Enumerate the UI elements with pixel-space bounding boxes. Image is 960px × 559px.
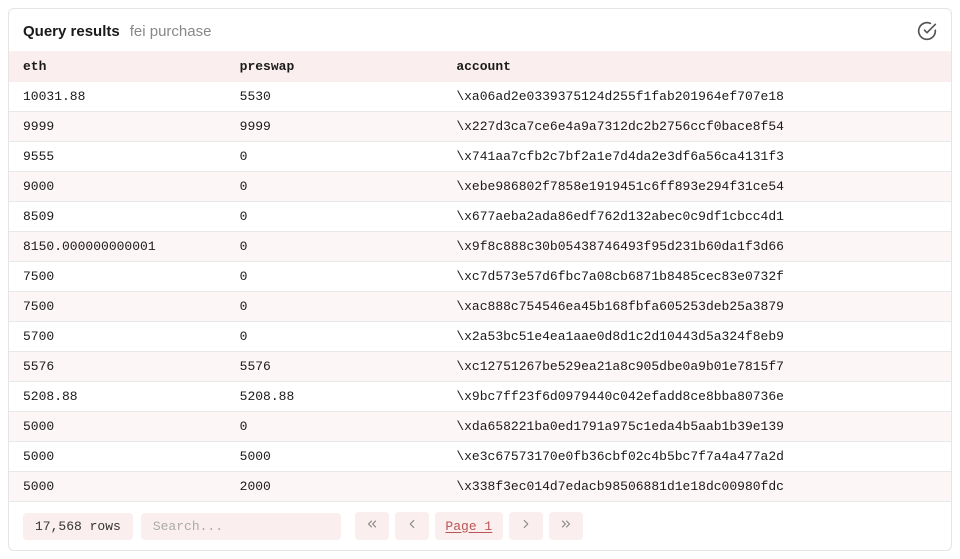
table-row[interactable]: 50005000\xe3c67573170e0fb36cbf02c4b5bc7f… xyxy=(9,442,951,472)
cell-preswap: 0 xyxy=(226,292,443,322)
pager: Page 1 xyxy=(355,512,583,540)
table-row[interactable]: 75000\xac888c754546ea45b168fbfa605253deb… xyxy=(9,292,951,322)
cell-preswap: 0 xyxy=(226,142,443,172)
pager-prev-button[interactable] xyxy=(395,512,429,540)
column-header-preswap[interactable]: preswap xyxy=(226,51,443,82)
header-title: Query results xyxy=(23,23,120,40)
cell-eth: 5576 xyxy=(9,352,226,382)
cell-account: \xc7d573e57d6fbc7a08cb6871b8485cec83e073… xyxy=(442,262,951,292)
table-row[interactable]: 50002000\x338f3ec014d7edacb98506881d1e18… xyxy=(9,472,951,502)
pager-page-label[interactable]: Page 1 xyxy=(435,512,503,540)
header-subtitle: fei purchase xyxy=(130,23,212,40)
cell-preswap: 0 xyxy=(226,232,443,262)
cell-eth: 10031.88 xyxy=(9,82,226,112)
row-count-badge: 17,568 rows xyxy=(23,513,133,540)
pager-next-button[interactable] xyxy=(509,512,543,540)
cell-eth: 5700 xyxy=(9,322,226,352)
table-row[interactable]: 99999999\x227d3ca7ce6e4a9a7312dc2b2756cc… xyxy=(9,112,951,142)
table-row[interactable]: 57000\x2a53bc51e4ea1aae0d8d1c2d10443d5a3… xyxy=(9,322,951,352)
cell-preswap: 0 xyxy=(226,322,443,352)
cell-eth: 9555 xyxy=(9,142,226,172)
table-row[interactable]: 8150.0000000000010\x9f8c888c30b054387464… xyxy=(9,232,951,262)
header-left: Query results fei purchase xyxy=(23,23,211,40)
chevron-right-icon xyxy=(519,517,533,535)
cell-eth: 7500 xyxy=(9,292,226,322)
cell-preswap: 0 xyxy=(226,202,443,232)
cell-eth: 5000 xyxy=(9,412,226,442)
cell-eth: 5208.88 xyxy=(9,382,226,412)
cell-eth: 5000 xyxy=(9,442,226,472)
cell-eth: 5000 xyxy=(9,472,226,502)
cell-preswap: 5208.88 xyxy=(226,382,443,412)
cell-eth: 7500 xyxy=(9,262,226,292)
cell-preswap: 2000 xyxy=(226,472,443,502)
panel-footer: 17,568 rows Page 1 xyxy=(9,502,951,550)
cell-preswap: 0 xyxy=(226,262,443,292)
table-row[interactable]: 10031.885530\xa06ad2e0339375124d255f1fab… xyxy=(9,82,951,112)
table-header-row: eth preswap account xyxy=(9,51,951,82)
cell-account: \xe3c67573170e0fb36cbf02c4b5bc7f7a4a477a… xyxy=(442,442,951,472)
cell-eth: 8150.000000000001 xyxy=(9,232,226,262)
cell-account: \x2a53bc51e4ea1aae0d8d1c2d10443d5a324f8e… xyxy=(442,322,951,352)
table-row[interactable]: 95550\x741aa7cfb2c7bf2a1e7d4da2e3df6a56c… xyxy=(9,142,951,172)
chevrons-right-icon xyxy=(559,517,573,535)
cell-account: \x338f3ec014d7edacb98506881d1e18dc00980f… xyxy=(442,472,951,502)
table-row[interactable]: 55765576\xc12751267be529ea21a8c905dbe0a9… xyxy=(9,352,951,382)
cell-account: \xebe986802f7858e1919451c6ff893e294f31ce… xyxy=(442,172,951,202)
cell-account: \xda658221ba0ed1791a975c1eda4b5aab1b39e1… xyxy=(442,412,951,442)
check-circle-icon[interactable] xyxy=(917,21,937,41)
pager-first-button[interactable] xyxy=(355,512,389,540)
table-row[interactable]: 85090\x677aeba2ada86edf762d132abec0c9df1… xyxy=(9,202,951,232)
query-results-panel: Query results fei purchase eth preswap a… xyxy=(8,8,952,551)
cell-account: \x9f8c888c30b05438746493f95d231b60da1f3d… xyxy=(442,232,951,262)
table-row[interactable]: 5208.885208.88\x9bc7ff23f6d0979440c042ef… xyxy=(9,382,951,412)
cell-account: \x741aa7cfb2c7bf2a1e7d4da2e3df6a56ca4131… xyxy=(442,142,951,172)
chevrons-left-icon xyxy=(365,517,379,535)
column-header-eth[interactable]: eth xyxy=(9,51,226,82)
cell-preswap: 0 xyxy=(226,412,443,442)
table-row[interactable]: 50000\xda658221ba0ed1791a975c1eda4b5aab1… xyxy=(9,412,951,442)
column-header-account[interactable]: account xyxy=(442,51,951,82)
cell-preswap: 9999 xyxy=(226,112,443,142)
search-input[interactable] xyxy=(141,513,341,540)
cell-preswap: 5576 xyxy=(226,352,443,382)
chevron-left-icon xyxy=(405,517,419,535)
cell-account: \x227d3ca7ce6e4a9a7312dc2b2756ccf0bace8f… xyxy=(442,112,951,142)
cell-eth: 9999 xyxy=(9,112,226,142)
pager-last-button[interactable] xyxy=(549,512,583,540)
cell-preswap: 0 xyxy=(226,172,443,202)
table-row[interactable]: 90000\xebe986802f7858e1919451c6ff893e294… xyxy=(9,172,951,202)
cell-account: \xac888c754546ea45b168fbfa605253deb25a38… xyxy=(442,292,951,322)
cell-account: \x9bc7ff23f6d0979440c042efadd8ce8bba8073… xyxy=(442,382,951,412)
panel-header: Query results fei purchase xyxy=(9,9,951,51)
results-table: eth preswap account 10031.885530\xa06ad2… xyxy=(9,51,951,502)
cell-eth: 9000 xyxy=(9,172,226,202)
cell-eth: 8509 xyxy=(9,202,226,232)
cell-account: \xa06ad2e0339375124d255f1fab201964ef707e… xyxy=(442,82,951,112)
table-row[interactable]: 75000\xc7d573e57d6fbc7a08cb6871b8485cec8… xyxy=(9,262,951,292)
cell-account: \x677aeba2ada86edf762d132abec0c9df1cbcc4… xyxy=(442,202,951,232)
cell-account: \xc12751267be529ea21a8c905dbe0a9b01e7815… xyxy=(442,352,951,382)
cell-preswap: 5000 xyxy=(226,442,443,472)
cell-preswap: 5530 xyxy=(226,82,443,112)
